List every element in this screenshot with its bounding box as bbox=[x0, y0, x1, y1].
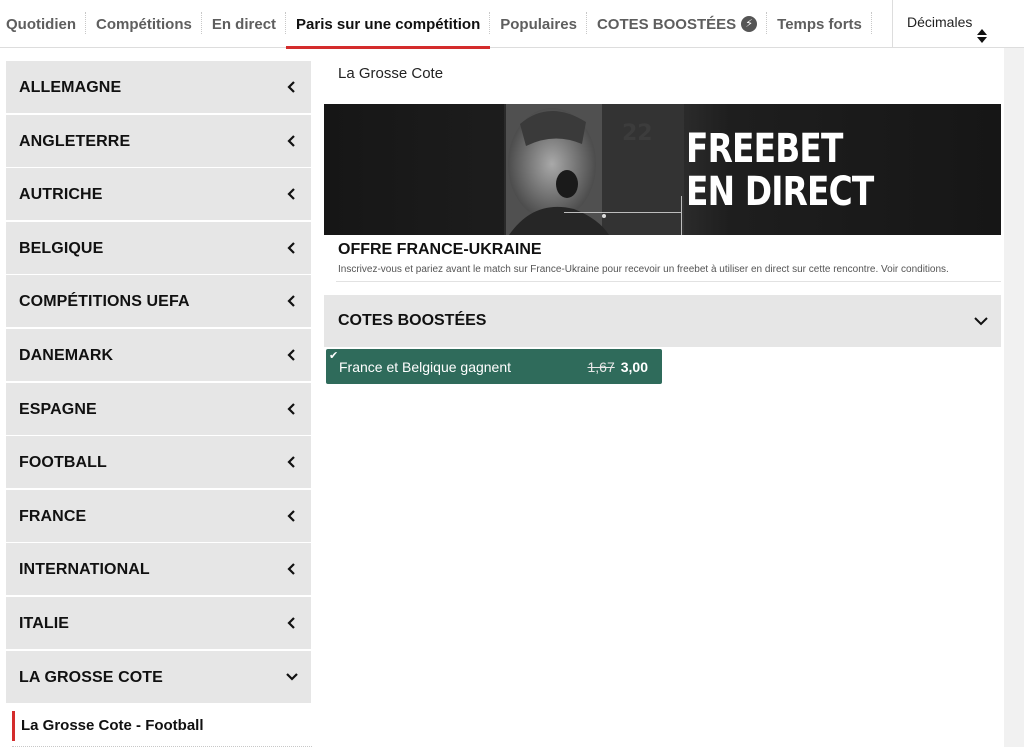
sidebar-item-danemark[interactable]: Danemark bbox=[6, 328, 311, 381]
competition-sidebar: Allemagne Angleterre Autriche Belgique C… bbox=[6, 61, 312, 747]
sidebar-item-italie[interactable]: Italie bbox=[6, 596, 311, 649]
chevron-left-icon bbox=[287, 242, 295, 254]
chevron-left-icon bbox=[287, 188, 295, 200]
promo-title: OFFRE FRANCE-UKRAINE bbox=[338, 241, 542, 258]
tab-label: Compétitions bbox=[96, 15, 192, 33]
sidebar-item-label: Danemark bbox=[19, 346, 114, 364]
svg-text:22: 22 bbox=[622, 121, 653, 146]
sidebar-item-angleterre[interactable]: Angleterre bbox=[6, 114, 311, 167]
sidebar-item-allemagne[interactable]: Allemagne bbox=[6, 61, 311, 113]
tab-en-direct[interactable]: En direct bbox=[202, 0, 287, 48]
tab-populaires[interactable]: Populaires bbox=[490, 0, 587, 48]
tab-paris-competition[interactable]: Paris sur une compétition bbox=[286, 0, 491, 49]
top-navigation: Quotidien Compétitions En direct Paris s… bbox=[0, 0, 1024, 49]
chevron-left-icon bbox=[287, 349, 295, 361]
sidebar-item-label: Italie bbox=[19, 614, 70, 632]
sidebar-item-football[interactable]: Football bbox=[6, 436, 311, 489]
tab-quotidien[interactable]: Quotidien bbox=[0, 0, 86, 48]
banner-headline: FREEBET EN DIRECT bbox=[686, 126, 874, 215]
sidebar-subitem-label: La Grosse Cote - Football bbox=[21, 717, 204, 735]
tab-temps-forts[interactable]: Temps forts bbox=[767, 0, 872, 48]
sidebar-item-label: Football bbox=[19, 454, 107, 472]
odds-format-select[interactable]: Décimales bbox=[892, 0, 1004, 48]
odds-format-label: Décimales bbox=[907, 14, 973, 30]
tab-label: Quotidien bbox=[6, 15, 76, 33]
sidebar-item-competitions-uefa[interactable]: Compétitions UEFA bbox=[6, 275, 311, 328]
sidebar-item-autriche[interactable]: Autriche bbox=[6, 168, 311, 221]
banner-line-1: FREEBET bbox=[686, 126, 843, 172]
sidebar-item-label: Allemagne bbox=[19, 79, 122, 96]
boosted-odds-title: COTES BOOSTÉES bbox=[338, 312, 487, 329]
banner-image: 22 bbox=[324, 104, 1001, 235]
old-odds: 1,67 bbox=[587, 358, 615, 375]
sidebar-item-label: Belgique bbox=[19, 239, 104, 257]
sort-updown-icon bbox=[977, 29, 987, 43]
sidebar-subitem-la-grosse-cote-football[interactable]: La Grosse Cote - Football bbox=[12, 710, 311, 741]
sidebar-item-espagne[interactable]: Espagne bbox=[6, 382, 311, 435]
chevron-down-icon bbox=[974, 317, 988, 326]
tab-competitions[interactable]: Compétitions bbox=[86, 0, 202, 48]
chevron-left-icon bbox=[287, 402, 295, 415]
chevron-left-icon bbox=[287, 563, 295, 576]
sidebar-item-la-grosse-cote[interactable]: La Grosse Cote bbox=[6, 650, 311, 703]
chevron-left-icon bbox=[287, 617, 295, 629]
sidebar-item-label: Compétitions UEFA bbox=[19, 293, 190, 311]
scrollbar-track[interactable] bbox=[1004, 48, 1024, 747]
divider bbox=[336, 281, 1001, 282]
check-icon: ✔ bbox=[329, 350, 339, 362]
boosted-odds: 3,00 bbox=[620, 358, 648, 375]
promo-description[interactable]: Inscrivez-vous et pariez avant le match … bbox=[338, 264, 949, 275]
sidebar-item-label: International bbox=[19, 561, 150, 579]
sidebar-item-label: Autriche bbox=[19, 186, 103, 204]
chevron-left-icon bbox=[287, 509, 295, 522]
sidebar-item-label: France bbox=[19, 507, 87, 525]
tab-label: Paris sur une compétition bbox=[296, 15, 481, 33]
chevron-down-icon bbox=[286, 672, 298, 681]
chevron-left-icon bbox=[287, 81, 295, 93]
chevron-left-icon bbox=[287, 295, 295, 308]
sidebar-item-france[interactable]: France bbox=[6, 489, 311, 542]
chevron-left-icon bbox=[287, 456, 295, 468]
lightning-icon: ⚡ bbox=[741, 16, 758, 32]
sidebar-item-label: Angleterre bbox=[19, 132, 131, 150]
tab-label: Temps forts bbox=[777, 15, 862, 33]
boosted-odds-header[interactable]: COTES BOOSTÉES bbox=[324, 295, 1001, 347]
banner-line-2: EN DIRECT bbox=[686, 169, 874, 215]
boosted-bet-button[interactable]: ✔ France et Belgique gagnent 1,67 3,00 bbox=[326, 349, 662, 384]
chevron-left-icon bbox=[287, 134, 295, 147]
sidebar-item-belgique[interactable]: Belgique bbox=[6, 221, 311, 274]
nav-tabs: Quotidien Compétitions En direct Paris s… bbox=[0, 0, 872, 49]
tab-label: En direct bbox=[211, 15, 277, 33]
sidebar-item-label: La Grosse Cote bbox=[19, 668, 163, 686]
bet-selection: France et Belgique gagnent bbox=[339, 359, 512, 375]
sidebar-item-label: Espagne bbox=[19, 400, 97, 418]
tab-label: Populaires bbox=[500, 15, 577, 33]
promo-banner[interactable]: 22 FREEBET EN DIRECT bbox=[324, 104, 1001, 235]
sidebar-item-international[interactable]: International bbox=[6, 543, 311, 596]
divider bbox=[12, 745, 312, 747]
page-title: La Grosse Cote bbox=[338, 65, 444, 82]
tab-label: COTES BOOSTÉES bbox=[596, 15, 737, 33]
tab-cotes-boostees[interactable]: COTES BOOSTÉES ⚡ bbox=[587, 0, 768, 48]
